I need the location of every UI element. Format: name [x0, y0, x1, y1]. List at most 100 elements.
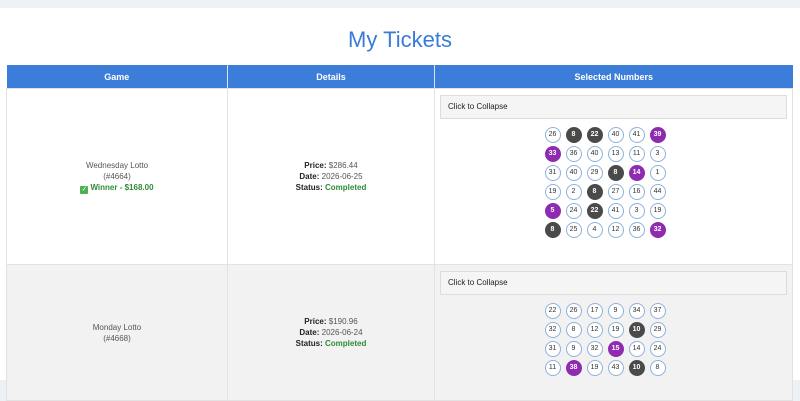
number-ball: 24	[565, 203, 582, 219]
number-ball: 19	[544, 184, 561, 200]
price-value: $286.44	[328, 161, 358, 170]
number-ball: 41	[628, 127, 645, 143]
number-ball: 37	[649, 303, 666, 319]
game-cell: Wednesday Lotto (#4664) ✓ Winner - $168.0…	[6, 88, 228, 265]
page-title: My Tickets	[348, 27, 452, 52]
winner-text: Winner - $168.00	[90, 182, 154, 192]
number-ball: 9	[565, 341, 582, 357]
number-ball: 8	[565, 127, 582, 143]
number-ball: 22	[586, 203, 603, 219]
number-ball: 8	[544, 222, 561, 238]
status-label: Status:	[295, 183, 323, 192]
price-label: Price:	[304, 317, 327, 326]
number-ball: 13	[607, 146, 624, 162]
column-header-game: Game	[6, 65, 228, 89]
game-cell: Monday Lotto (#4668)	[6, 264, 228, 401]
number-ball: 43	[607, 360, 624, 376]
details-cell: Price: $286.44 Date: 2026-06-25 Status: …	[227, 88, 435, 265]
number-ball: 11	[628, 146, 645, 162]
number-ball: 27	[607, 184, 624, 200]
details-cell: Price: $190.96 Date: 2026-06-24 Status: …	[227, 264, 435, 401]
ticket-id: (#4668)	[103, 333, 131, 343]
collapse-toggle-button[interactable]: Click to Collapse	[440, 95, 787, 119]
number-ball: 26	[565, 303, 582, 319]
column-header-details: Details	[227, 65, 435, 89]
date-label: Date:	[299, 172, 320, 181]
status-line: Status: Completed	[228, 338, 434, 349]
number-ball: 39	[649, 127, 666, 143]
price-line: Price: $190.96	[228, 316, 434, 327]
number-ball: 8	[607, 165, 624, 181]
number-ball: 29	[649, 322, 666, 338]
number-ball: 41	[607, 203, 624, 219]
date-line: Date: 2026-06-24	[228, 327, 434, 338]
number-ball: 14	[628, 341, 645, 357]
number-ball: 14	[628, 165, 645, 181]
number-ball: 33	[544, 146, 561, 162]
content-panel: My Tickets Game Details Selected Numbers…	[0, 8, 800, 401]
number-balls: 26 8 22 40 41 39 33 36 40 13 11 3 31 40 29 8 14 1 19 2 8 27 16…	[544, 127, 683, 238]
number-ball: 9	[607, 303, 624, 319]
number-ball: 25	[565, 222, 582, 238]
number-ball: 24	[649, 341, 666, 357]
date-label: Date:	[299, 328, 320, 337]
table-row: Wednesday Lotto (#4664) ✓ Winner - $168.0…	[6, 88, 793, 265]
number-ball: 16	[628, 184, 645, 200]
number-ball: 36	[565, 146, 582, 162]
number-ball: 8	[586, 184, 603, 200]
number-ball: 32	[544, 322, 561, 338]
number-ball: 34	[628, 303, 645, 319]
number-ball: 22	[586, 127, 603, 143]
status-label: Status:	[295, 339, 323, 348]
status-line: Status: Completed	[228, 182, 434, 193]
number-ball: 12	[607, 222, 624, 238]
winner-badge: ✓ Winner - $168.00	[7, 182, 227, 194]
number-ball: 8	[649, 360, 666, 376]
game-name: Monday Lotto	[92, 322, 142, 332]
number-ball: 19	[649, 203, 666, 219]
number-ball: 10	[628, 322, 645, 338]
ticket-id: (#4664)	[103, 171, 131, 181]
status-value: Completed	[325, 339, 367, 348]
number-ball: 31	[544, 341, 561, 357]
number-ball: 36	[628, 222, 645, 238]
price-line: Price: $286.44	[228, 160, 434, 171]
date-value: 2026-06-25	[321, 172, 363, 181]
number-ball: 22	[544, 303, 561, 319]
number-ball: 1	[649, 165, 666, 181]
tickets-table: Game Details Selected Numbers Wednesday …	[6, 65, 793, 401]
number-ball: 38	[565, 360, 582, 376]
selected-numbers-cell: Click to Collapse 26 8 22 40 41 39 33 36 40 13 11 3…	[434, 88, 793, 265]
number-ball: 32	[649, 222, 666, 238]
number-ball: 40	[586, 146, 603, 162]
number-ball: 19	[607, 322, 624, 338]
price-label: Price:	[304, 161, 327, 170]
number-ball: 19	[586, 360, 603, 376]
number-ball: 26	[544, 127, 561, 143]
table-header-row: Game Details Selected Numbers	[6, 65, 793, 89]
date-value: 2026-06-24	[321, 328, 363, 337]
number-ball: 12	[586, 322, 603, 338]
number-ball: 40	[565, 165, 582, 181]
game-name: Wednesday Lotto	[85, 160, 149, 170]
price-value: $190.96	[328, 317, 358, 326]
number-ball: 3	[649, 146, 666, 162]
number-ball: 8	[565, 322, 582, 338]
number-ball: 10	[628, 360, 645, 376]
table-row: Monday Lotto (#4668) Price: $190.96 Date…	[6, 264, 793, 401]
number-ball: 15	[607, 341, 624, 357]
number-ball: 3	[628, 203, 645, 219]
column-header-selected-numbers: Selected Numbers	[434, 65, 793, 89]
date-line: Date: 2026-06-25	[228, 171, 434, 182]
number-balls: 22 26 17 9 34 37 32 8 12 19 10 29 31 9 32 15 14 24 11 38 19 4…	[544, 303, 683, 376]
number-ball: 2	[565, 184, 582, 200]
number-ball: 31	[544, 165, 561, 181]
status-value: Completed	[325, 183, 367, 192]
number-ball: 4	[586, 222, 603, 238]
collapse-toggle-button[interactable]: Click to Collapse	[440, 271, 787, 295]
number-ball: 32	[586, 341, 603, 357]
number-ball: 40	[607, 127, 624, 143]
number-ball: 17	[586, 303, 603, 319]
selected-numbers-cell: Click to Collapse 22 26 17 9 34 37 32 8 12 19 10 29…	[434, 264, 793, 401]
number-ball: 5	[544, 203, 561, 219]
